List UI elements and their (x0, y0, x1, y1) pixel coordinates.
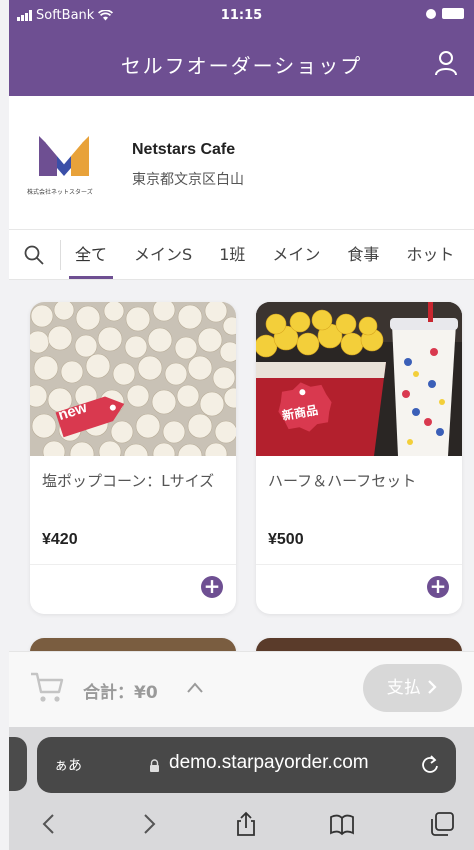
pay-button[interactable]: 支払 (363, 664, 462, 712)
clock: 11:15 (220, 8, 263, 23)
tab-all[interactable]: 全て (68, 230, 114, 279)
cart-total: 合計：¥0 (83, 683, 158, 703)
product-price: ¥500 (268, 531, 304, 548)
store-name: Netstars Cafe (132, 141, 236, 158)
browser-chrome: ぁあ demo.starpayorder.com (9, 727, 474, 850)
card-divider (30, 564, 236, 565)
product-price: ¥420 (42, 531, 78, 548)
forward-icon[interactable] (135, 811, 161, 837)
chevron-up-icon[interactable] (185, 678, 205, 696)
share-icon[interactable] (233, 811, 259, 837)
text-size-button[interactable]: ぁあ (54, 755, 82, 775)
product-grid: new 塩ポップコーン：Lサイズ ¥420 + 新商品 ハーフ＆ハーフセット ¥… (9, 281, 474, 651)
product-card[interactable] (30, 638, 236, 651)
user-icon[interactable] (434, 50, 458, 76)
category-tabs: 全て メインS 1班 メイン 食事 ホット (9, 230, 474, 280)
product-card[interactable]: new 塩ポップコーン：Lサイズ ¥420 + (30, 302, 236, 614)
browser-toolbar (9, 805, 474, 845)
tab-hot[interactable]: ホット (406, 230, 454, 279)
cart-bar: 合計：¥0 支払 (9, 651, 474, 727)
url-text: demo.starpayorder.com (169, 752, 369, 773)
product-card[interactable] (256, 638, 462, 651)
tab-meal[interactable]: 食事 (347, 230, 379, 279)
tab-main[interactable]: メイン (272, 230, 320, 279)
tab-group-1[interactable]: 1班 (219, 230, 245, 279)
card-divider (256, 564, 462, 565)
pay-label: 支払 (386, 678, 421, 698)
previous-tab-preview[interactable] (9, 737, 27, 791)
status-bar: SoftBank 11:15 (9, 0, 474, 30)
reload-icon[interactable] (420, 755, 440, 775)
tab-list: 全て メインS 1班 メイン 食事 ホット (68, 230, 474, 279)
app-header: SoftBank 11:15 セルフオーダーショップ (9, 0, 474, 96)
product-card[interactable]: 新商品 ハーフ＆ハーフセット ¥500 + (256, 302, 462, 614)
page-title: セルフオーダーショップ (120, 54, 363, 78)
product-name: ハーフ＆ハーフセット (268, 472, 417, 490)
status-right (426, 8, 464, 19)
store-info: 株式会社ネットスターズ Netstars Cafe 東京都文京区白山 (9, 96, 474, 230)
add-to-cart-button[interactable]: + (201, 576, 223, 598)
cart-icon[interactable] (29, 670, 65, 704)
logo-caption: 株式会社ネットスターズ (27, 189, 93, 196)
tab-main-s[interactable]: メインS (134, 230, 192, 279)
tabs-icon[interactable] (429, 811, 455, 837)
add-to-cart-button[interactable]: + (427, 576, 449, 598)
chevron-right-icon (428, 680, 437, 694)
lock-icon (150, 759, 159, 772)
tab-divider (60, 240, 61, 270)
alarm-icon (426, 8, 436, 19)
store-logo (39, 136, 89, 176)
product-name: 塩ポップコーン：Lサイズ (42, 472, 215, 490)
bookmarks-icon[interactable] (329, 811, 355, 837)
battery-icon (442, 8, 464, 19)
search-icon[interactable] (23, 244, 45, 266)
back-icon[interactable] (37, 811, 63, 837)
store-address: 東京都文京区白山 (132, 172, 244, 188)
address-bar[interactable]: ぁあ demo.starpayorder.com (37, 737, 456, 793)
